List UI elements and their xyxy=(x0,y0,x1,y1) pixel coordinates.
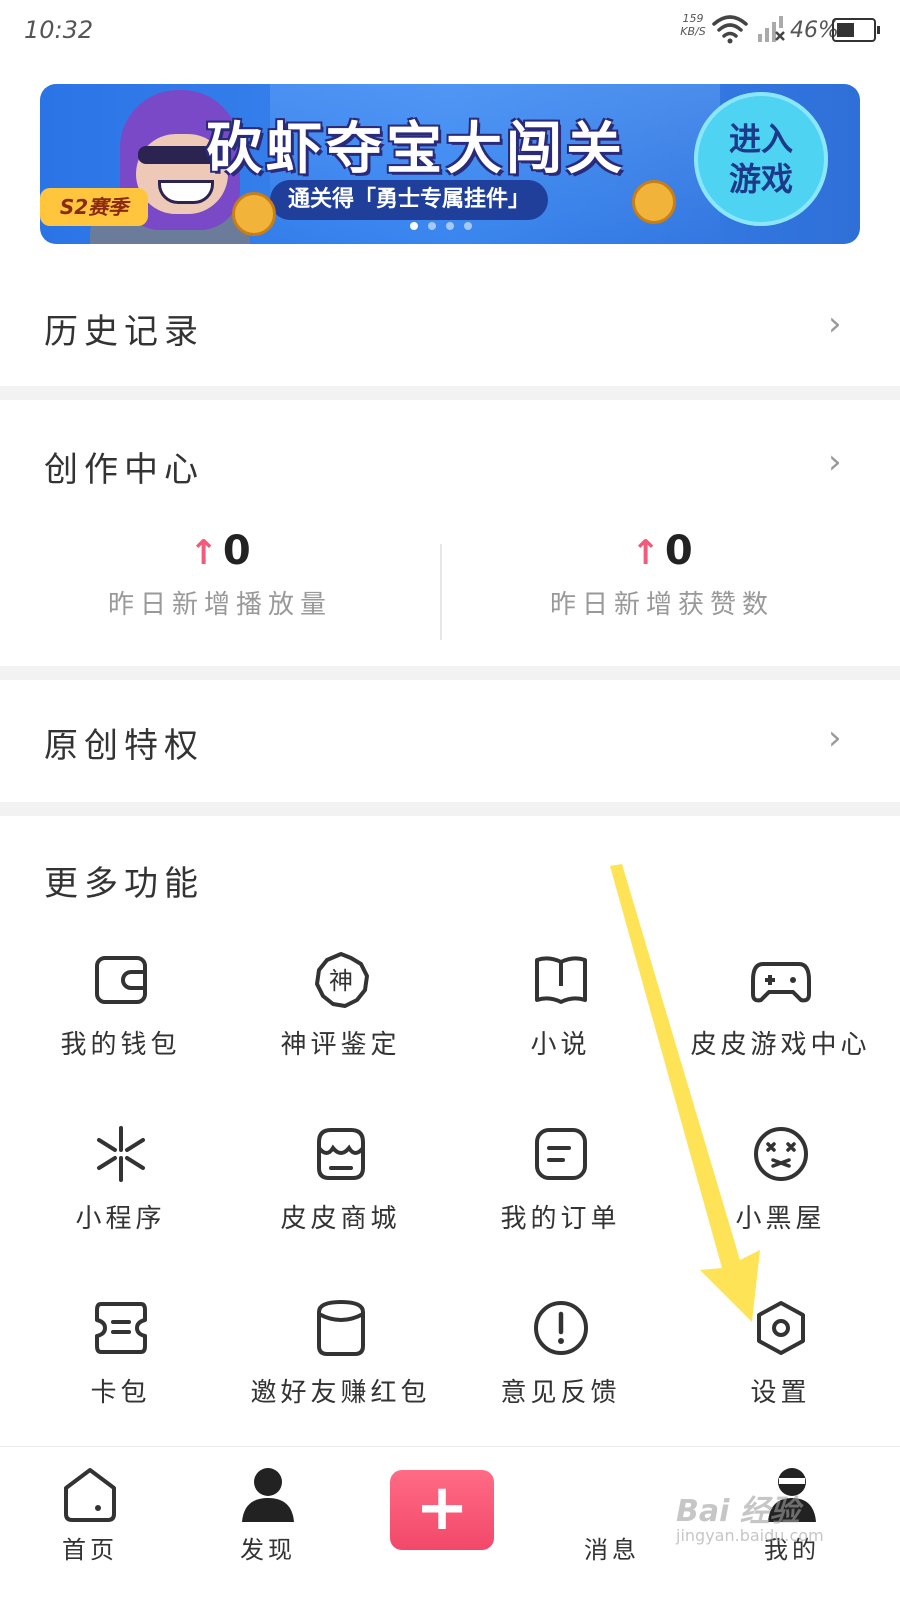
nav-discover-label: 发现 xyxy=(240,1536,296,1564)
pagination-dot xyxy=(446,222,454,230)
banner-pagination xyxy=(410,222,472,230)
original-privilege-title: 原创特权 xyxy=(44,726,204,766)
stat-plays-value: 0 xyxy=(222,528,251,574)
enter-game-line2: 游戏 xyxy=(728,160,793,198)
card-pack-icon xyxy=(94,1302,147,1354)
cellular-no-signal-icon xyxy=(758,16,785,42)
pagination-dot xyxy=(464,222,472,230)
function-label: 意见反馈 xyxy=(500,1378,621,1408)
stat-plays[interactable]: ↑ 0 昨日新增播放量 xyxy=(0,528,440,638)
more-functions-title: 更多功能 xyxy=(44,864,204,904)
stat-likes-label: 昨日新增获赞数 xyxy=(549,590,774,620)
wallet-icon xyxy=(94,956,147,1004)
watermark-url: jingyan.baidu.com xyxy=(676,1526,824,1545)
nav-home[interactable]: 首页 xyxy=(30,1464,150,1565)
message-icon xyxy=(552,1464,672,1524)
network-speed-unit: KB/S xyxy=(680,25,706,38)
mini-program-icon xyxy=(96,1126,145,1182)
book-icon xyxy=(534,956,587,1004)
watermark: Bai 经验 xyxy=(676,1494,800,1529)
stat-plays-label: 昨日新增播放量 xyxy=(107,590,332,620)
discover-person-icon xyxy=(242,1468,294,1522)
function-label: 神评鉴定 xyxy=(280,1030,401,1060)
banner-title: 砍虾夺宝大闯关 xyxy=(206,117,626,182)
section-divider xyxy=(0,386,900,400)
invite-icon xyxy=(316,1299,365,1356)
function-invite[interactable]: 邀好友赚红包 xyxy=(228,1298,453,1409)
history-title: 历史记录 xyxy=(44,312,204,352)
nav-messages[interactable]: 消息 xyxy=(552,1464,672,1565)
season-badge: S2赛季 xyxy=(40,188,148,226)
shop-icon xyxy=(316,1128,365,1180)
chevron-right-icon: › xyxy=(828,442,842,482)
plus-icon: + xyxy=(415,1471,469,1545)
stat-likes-value: 0 xyxy=(664,528,693,574)
pagination-dot xyxy=(428,222,436,230)
creator-center-row[interactable]: 创作中心 › xyxy=(0,410,900,510)
stat-likes[interactable]: ↑ 0 昨日新增获赞数 xyxy=(442,528,882,638)
chevron-right-icon: › xyxy=(828,304,842,344)
function-god-comment[interactable]: 神 神评鉴定 xyxy=(228,950,453,1061)
pagination-dot xyxy=(410,222,418,230)
network-speed: 159 KB/S xyxy=(676,12,710,38)
function-label: 皮皮商城 xyxy=(280,1204,401,1234)
function-label: 我的钱包 xyxy=(60,1030,181,1060)
coin-icon xyxy=(632,180,676,224)
section-divider xyxy=(0,666,900,680)
god-glyph: 神 xyxy=(329,967,353,995)
function-card-pack[interactable]: 卡包 xyxy=(8,1298,233,1409)
enter-game-line1: 进入 xyxy=(728,120,793,158)
function-label: 小程序 xyxy=(75,1204,166,1234)
status-time: 10:32 xyxy=(24,16,94,44)
battery-icon xyxy=(832,18,880,42)
banner-subtitle: 通关得「勇士专属挂件」 xyxy=(270,180,549,220)
order-icon xyxy=(534,1128,587,1180)
annotation-arrow xyxy=(610,864,760,1322)
function-shop[interactable]: 皮皮商城 xyxy=(228,1124,453,1235)
wifi-icon xyxy=(712,15,748,44)
function-label: 卡包 xyxy=(90,1378,151,1408)
god-comment-icon: 神 xyxy=(314,952,369,1008)
section-divider xyxy=(0,802,900,816)
network-speed-value: 159 xyxy=(682,12,704,25)
arrow-up-icon: ↑ xyxy=(189,533,218,573)
nav-messages-label: 消息 xyxy=(584,1536,640,1564)
enter-game-button[interactable]: 进入 游戏 xyxy=(694,92,828,226)
arrow-up-icon: ↑ xyxy=(631,533,660,573)
feedback-icon xyxy=(533,1301,588,1355)
creator-center-title: 创作中心 xyxy=(44,450,204,490)
create-post-button[interactable]: + xyxy=(390,1470,494,1550)
function-wallet[interactable]: 我的钱包 xyxy=(8,950,233,1061)
original-privilege-row[interactable]: 原创特权 › xyxy=(0,684,900,796)
coin-icon xyxy=(232,192,276,236)
function-mini-program[interactable]: 小程序 xyxy=(8,1124,233,1235)
function-label: 设置 xyxy=(750,1378,811,1408)
history-row[interactable]: 历史记录 › xyxy=(0,270,900,382)
chevron-right-icon: › xyxy=(828,718,842,758)
status-bar: 10:32 159 KB/S 46% xyxy=(0,0,900,64)
home-icon xyxy=(64,1468,116,1522)
function-label: 邀好友赚红包 xyxy=(250,1378,431,1408)
nav-discover[interactable]: 发现 xyxy=(208,1464,328,1565)
nav-home-label: 首页 xyxy=(62,1536,118,1564)
